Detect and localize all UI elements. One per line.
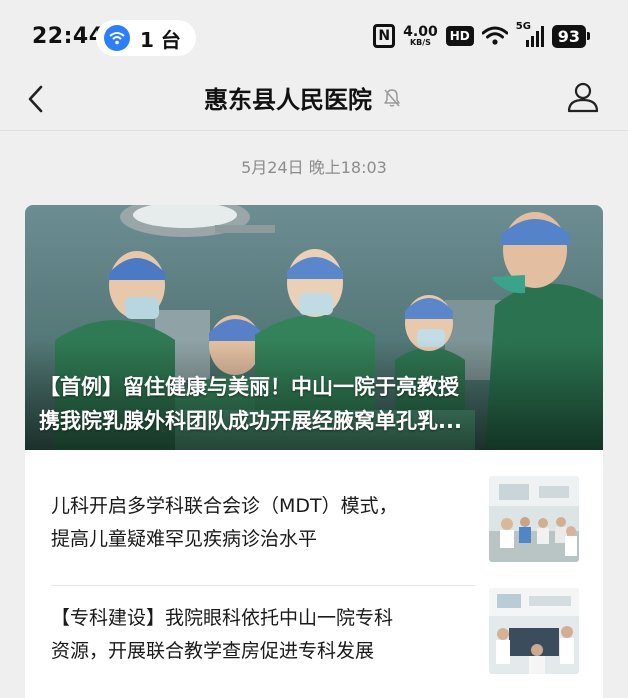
cellular-signal-icon: 5G bbox=[516, 21, 544, 47]
article-thumbnail bbox=[489, 476, 579, 562]
article-thumbnail bbox=[489, 588, 579, 674]
profile-icon[interactable] bbox=[566, 80, 600, 114]
hd-icon: HD bbox=[445, 26, 474, 46]
featured-headline-line2: 携我院乳腺外科团队成功开展经腋窝单孔乳... bbox=[39, 409, 462, 433]
article-title: 儿科开启多学科联合会诊（MDT）模式， 提高儿童疑难罕见疾病诊治水平 bbox=[51, 490, 471, 556]
nav-bar: 惠东县人民医院 bbox=[0, 76, 628, 130]
back-arrow-icon[interactable] bbox=[22, 82, 50, 116]
device-count: 1 台 bbox=[140, 27, 181, 52]
article-title-line2: 资源，开展联合教学查房促进专科发展 bbox=[51, 640, 375, 662]
list-item[interactable]: 儿科开启多学科联合会诊（MDT）模式， 提高儿童疑难罕见疾病诊治水平 bbox=[51, 474, 579, 586]
network-speed-unit: KB/S bbox=[409, 38, 431, 47]
message-timestamp: 5月24日 晚上18:03 bbox=[241, 158, 387, 177]
network-type-label: 5G bbox=[515, 21, 531, 32]
network-speed: 4.00 KB/S bbox=[403, 25, 438, 47]
page-title: 惠东县人民医院 bbox=[204, 86, 372, 114]
status-time: 22:44 bbox=[32, 24, 105, 49]
featured-headline: 【首例】留住健康与美丽！中山一院于亮教授 携我院乳腺外科团队成功开展经腋窝单孔乳… bbox=[39, 370, 589, 438]
article-title-line1: 【专科建设】我院眼科依托中山一院专科 bbox=[51, 607, 394, 629]
article-title-line2: 提高儿童疑难罕见疾病诊治水平 bbox=[51, 528, 318, 550]
nfc-icon: N bbox=[373, 24, 396, 48]
wifi-icon bbox=[481, 26, 508, 45]
article-title: 【专科建设】我院眼科依托中山一院专科 资源，开展联合教学查房促进专科发展 bbox=[51, 602, 471, 668]
mute-bell-icon bbox=[384, 88, 400, 107]
list-item[interactable]: 【专科建设】我院眼科依托中山一院专科 资源，开展联合教学查房促进专科发展 bbox=[51, 586, 579, 698]
nav-divider bbox=[0, 130, 628, 131]
featured-headline-line1: 【首例】留住健康与美丽！中山一院于亮教授 bbox=[39, 375, 459, 399]
connected-devices-pill[interactable]: 1 台 bbox=[96, 20, 196, 56]
article-card: 【首例】留住健康与美丽！中山一院于亮教授 携我院乳腺外科团队成功开展经腋窝单孔乳… bbox=[25, 205, 603, 698]
article-title-line1: 儿科开启多学科联合会诊（MDT）模式， bbox=[51, 495, 398, 517]
battery-icon: 93 bbox=[551, 24, 591, 48]
network-speed-value: 4.00 bbox=[403, 24, 438, 40]
status-bar: 22:44 1 台 N 4.00 KB/S HD 5G 93 bbox=[0, 0, 628, 76]
featured-article[interactable]: 【首例】留住健康与美丽！中山一院于亮教授 携我院乳腺外科团队成功开展经腋窝单孔乳… bbox=[25, 205, 603, 450]
wifi-share-icon bbox=[104, 25, 130, 51]
